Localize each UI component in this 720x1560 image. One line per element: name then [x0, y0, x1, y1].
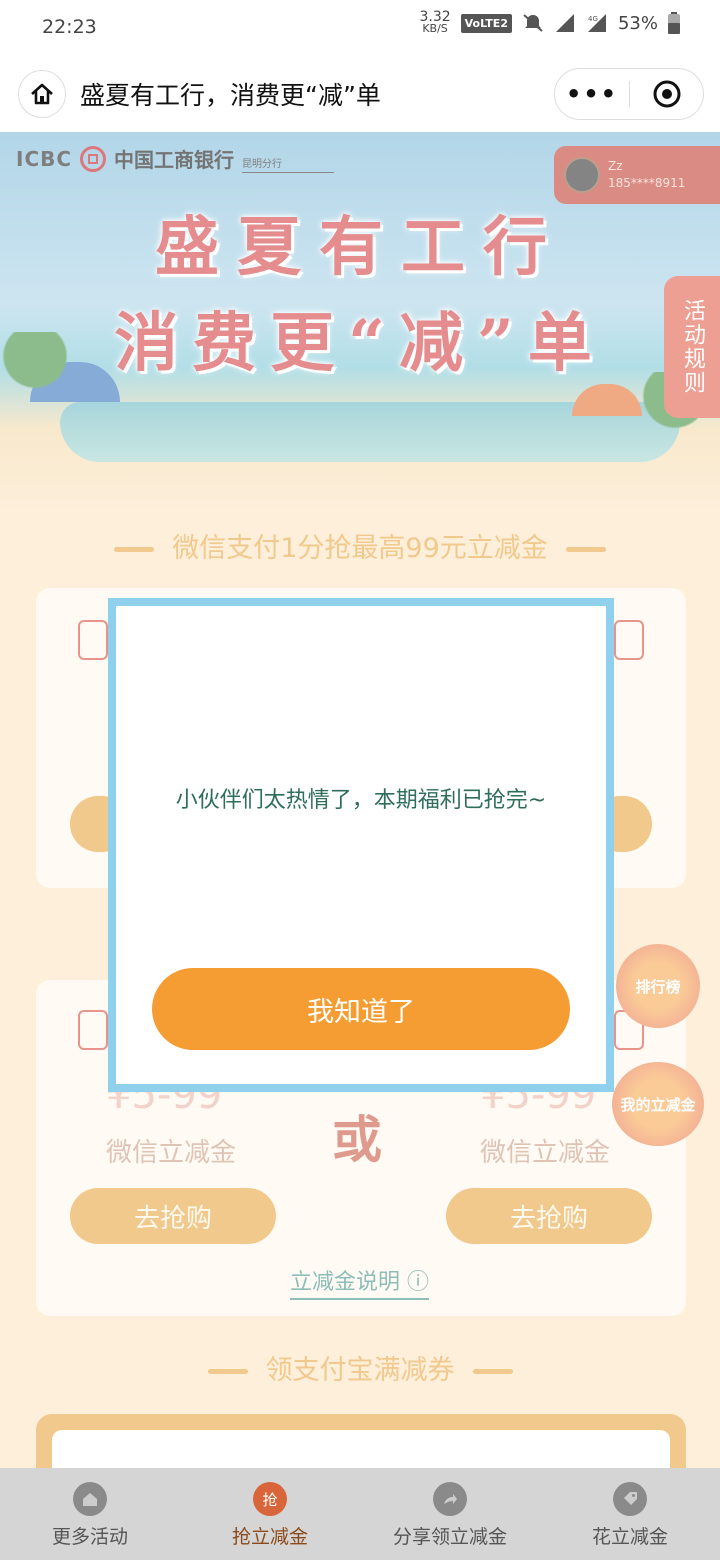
network-speed: 3.32 KB/S [419, 10, 450, 35]
tab-grab-cash[interactable]: 抢 抢立减金 [180, 1468, 360, 1560]
sold-out-dialog: 小伙伴们太热情了，本期福利已抢完~ 我知道了 [108, 598, 614, 1092]
dialog-message: 小伙伴们太热情了，本期福利已抢完~ [175, 788, 547, 813]
share-icon [433, 1482, 467, 1516]
tab-spend-cash[interactable]: 花立减金 [540, 1468, 720, 1560]
nav-bar: 盛夏有工行，消费更“减”单 ••• [0, 56, 720, 132]
grab-icon: 抢 [253, 1482, 287, 1516]
confirm-button[interactable]: 我知道了 [152, 968, 570, 1050]
signal-icon [555, 14, 574, 32]
volte-badge: VoLTE2 [460, 13, 512, 33]
battery-icon [668, 12, 680, 34]
status-icons: 3.32 KB/S VoLTE2 4G 53% [419, 10, 680, 35]
more-button[interactable]: ••• [555, 69, 629, 119]
svg-text:4G: 4G [588, 15, 598, 23]
home-icon [73, 1482, 107, 1516]
tab-label: 花立减金 [591, 1526, 668, 1548]
signal-4g-icon: 4G [587, 14, 606, 32]
tab-label: 分享领立减金 [392, 1526, 507, 1548]
tab-label: 更多活动 [51, 1526, 128, 1548]
status-time: 22:23 [42, 16, 97, 38]
tag-icon [613, 1482, 647, 1516]
mute-icon [523, 14, 543, 32]
page-title: 盛夏有工行，消费更“减”单 [80, 81, 381, 110]
network-speed-unit: KB/S [422, 22, 448, 35]
home-icon [31, 83, 53, 105]
tab-more-activities[interactable]: 更多活动 [0, 1468, 180, 1560]
home-button[interactable] [18, 70, 66, 118]
target-icon [653, 80, 680, 108]
status-bar: 22:23 3.32 KB/S VoLTE2 4G 53% [0, 0, 720, 56]
mini-program-capsule: ••• [554, 68, 704, 120]
close-button[interactable] [630, 69, 703, 119]
tab-share-cash[interactable]: 分享领立减金 [360, 1468, 540, 1560]
bottom-tab-bar: 更多活动 抢 抢立减金 分享领立减金 花立减金 [0, 1468, 720, 1560]
tab-label: 抢立减金 [231, 1526, 308, 1548]
battery-percent: 53% [617, 12, 658, 34]
